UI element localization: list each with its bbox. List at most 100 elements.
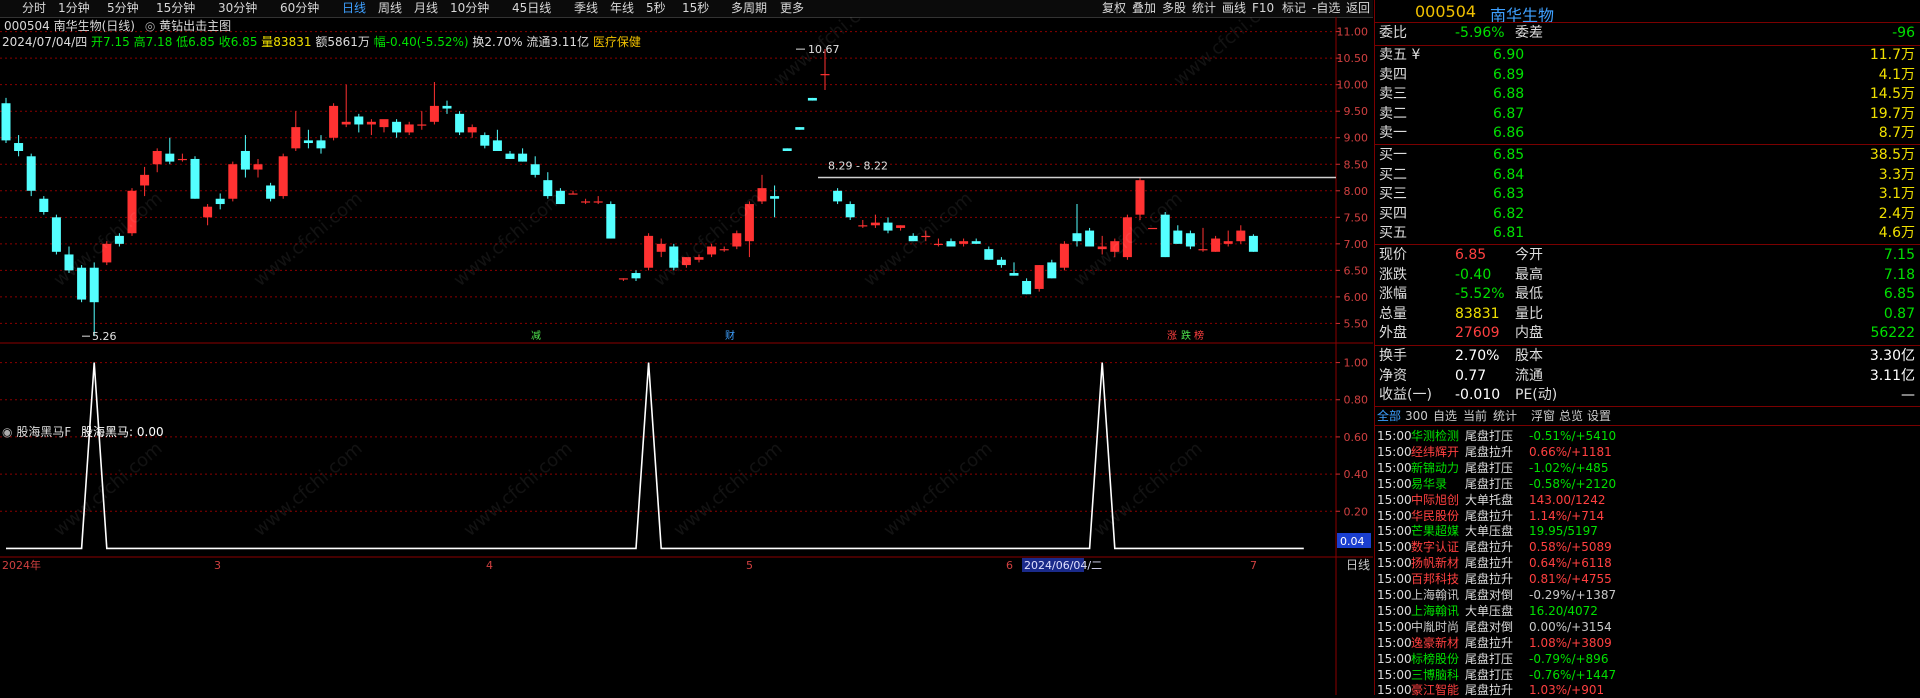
stat-row[interactable]: 涨跌 -0.40 最高 7.18 xyxy=(1375,266,1920,285)
toolbar-btn-8[interactable]: 返回 xyxy=(1346,0,1370,17)
candle-body[interactable] xyxy=(1022,280,1032,295)
settings-dot-icon[interactable]: ◉ xyxy=(2,425,12,439)
candle-body[interactable] xyxy=(1173,230,1183,244)
alert-row[interactable]: 15:00 新锦动力 尾盘打压 -1.02%/+485 xyxy=(1377,460,1920,476)
event-marker[interactable]: 榜 xyxy=(1194,329,1204,342)
bid-level-row[interactable]: 买五 6.81 4.6万 xyxy=(1375,224,1920,243)
candle-body[interactable] xyxy=(833,190,843,202)
candle-body[interactable] xyxy=(1198,249,1208,251)
candle-body[interactable] xyxy=(644,235,654,268)
candle-body[interactable] xyxy=(820,74,830,76)
period-tab-10[interactable]: 45日线 xyxy=(512,0,551,17)
candle-body[interactable] xyxy=(253,164,263,170)
stat-row[interactable]: 现价 6.85 今开 7.15 xyxy=(1375,246,1920,265)
candle-body[interactable] xyxy=(656,243,666,252)
candle-body[interactable] xyxy=(1059,243,1069,268)
alert-row[interactable]: 15:00 扬帆新材 尾盘拉升 0.64%/+6118 xyxy=(1377,555,1920,571)
candle-body[interactable] xyxy=(770,196,780,199)
event-marker[interactable]: 减 xyxy=(531,330,541,342)
candle-body[interactable] xyxy=(1,103,11,141)
ask-level-row[interactable]: 卖四 6.89 4.1万 xyxy=(1375,66,1920,85)
candle-body[interactable] xyxy=(896,225,906,228)
ask-level-row[interactable]: 卖二 6.87 19.7万 xyxy=(1375,105,1920,124)
candle-body[interactable] xyxy=(719,249,729,251)
period-tab-12[interactable]: 年线 xyxy=(610,0,634,17)
alert-row[interactable]: 15:00 芒果超媒 大单压盘 19.95/5197 xyxy=(1377,523,1920,539)
period-tab-1[interactable]: 1分钟 xyxy=(58,0,90,17)
candle-body[interactable] xyxy=(177,158,187,161)
alert-row[interactable]: 15:00 中际旭创 大单托盘 143.00/1242 xyxy=(1377,492,1920,508)
candle-body[interactable] xyxy=(971,241,981,244)
kline-chart[interactable]: 11.00 10.50 10.00 9.50 9.00 8.50 8.00 7.50 7.00 6… xyxy=(0,0,1373,695)
candle-body[interactable] xyxy=(215,198,225,205)
feed-tab-3[interactable]: 当前 xyxy=(1463,408,1487,424)
candle-body[interactable] xyxy=(165,153,175,162)
finance-row[interactable]: 净资 0.77 流通 3.11亿 xyxy=(1375,367,1920,386)
candle-body[interactable] xyxy=(984,249,994,260)
stat-row[interactable]: 外盘 27609 内盘 56222 xyxy=(1375,324,1920,343)
candle-body[interactable] xyxy=(732,233,742,247)
event-marker[interactable]: 涨 xyxy=(1167,330,1177,342)
candle-body[interactable] xyxy=(429,105,439,122)
candle-body[interactable] xyxy=(379,119,389,128)
period-tab-15[interactable]: 多周期 xyxy=(731,0,767,17)
feed-tab-4[interactable]: 统计 xyxy=(1493,408,1517,424)
candle-body[interactable] xyxy=(354,116,364,125)
indicator-name[interactable]: 黄钻出击主图 xyxy=(159,19,231,33)
bid-level-row[interactable]: 买三 6.83 3.1万 xyxy=(1375,185,1920,204)
ohlc-industry[interactable]: 医疗保健 xyxy=(593,35,641,49)
period-tab-3[interactable]: 15分钟 xyxy=(156,0,195,17)
alert-row[interactable]: 15:00 逸豪新材 尾盘拉升 1.08%/+3809 xyxy=(1377,635,1920,651)
stat-row[interactable]: 涨幅 -5.52% 最低 6.85 xyxy=(1375,285,1920,304)
candle-body[interactable] xyxy=(140,174,150,186)
period-tab-13[interactable]: 5秒 xyxy=(646,0,666,17)
feed-tab-2[interactable]: 自选 xyxy=(1433,408,1457,424)
candle-body[interactable] xyxy=(366,121,376,125)
period-tab-7[interactable]: 周线 xyxy=(378,0,402,17)
candle-body[interactable] xyxy=(442,105,452,109)
candle-body[interactable] xyxy=(14,143,24,151)
candle-body[interactable] xyxy=(1047,262,1057,279)
candle-body[interactable] xyxy=(455,113,465,133)
alert-row[interactable]: 15:00 上海翰讯 大单压盘 16.20/4072 xyxy=(1377,603,1920,619)
candle-body[interactable] xyxy=(480,135,490,146)
event-marker[interactable]: 财 xyxy=(725,329,735,342)
candle-body[interactable] xyxy=(807,97,817,101)
bid-level-row[interactable]: 买四 6.82 2.4万 xyxy=(1375,205,1920,224)
candle-body[interactable] xyxy=(946,241,956,247)
candle-body[interactable] xyxy=(1236,230,1246,242)
feed-tab-6[interactable]: 总览 xyxy=(1559,408,1583,424)
candle-body[interactable] xyxy=(190,158,200,199)
candle-body[interactable] xyxy=(228,164,238,199)
candle-body[interactable] xyxy=(152,150,162,165)
alert-row[interactable]: 15:00 中胤时尚 尾盘对倒 0.00%/+3154 xyxy=(1377,619,1920,635)
candle-body[interactable] xyxy=(581,201,591,203)
candle-body[interactable] xyxy=(492,140,502,151)
candle-body[interactable] xyxy=(631,273,641,279)
period-tab-9[interactable]: 10分钟 xyxy=(450,0,489,17)
candle-body[interactable] xyxy=(404,124,414,133)
bid-level-row[interactable]: 买一 6.85 38.5万 xyxy=(1375,146,1920,165)
candle-body[interactable] xyxy=(606,204,616,239)
finance-row[interactable]: 换手 2.70% 股本 3.30亿 xyxy=(1375,347,1920,366)
period-tab-6[interactable]: 日线 xyxy=(342,0,366,17)
candle-body[interactable] xyxy=(26,156,36,191)
bid-level-row[interactable]: 买二 6.84 3.3万 xyxy=(1375,166,1920,185)
candle-body[interactable] xyxy=(530,164,540,175)
period-tab-5[interactable]: 60分钟 xyxy=(280,0,319,17)
alert-row[interactable]: 15:00 百邦科技 尾盘拉升 0.81%/+4755 xyxy=(1377,571,1920,587)
toolbar-btn-1[interactable]: 叠加 xyxy=(1132,0,1156,17)
candle-body[interactable] xyxy=(505,153,515,159)
candle-body[interactable] xyxy=(858,225,868,227)
event-marker[interactable]: 跌 xyxy=(1181,329,1191,342)
candle-body[interactable] xyxy=(266,185,276,199)
stat-row[interactable]: 总量 83831 量比 0.87 xyxy=(1375,305,1920,324)
ask-level-row[interactable]: 卖一 6.86 8.7万 xyxy=(1375,124,1920,143)
period-tab-16[interactable]: 更多 xyxy=(780,0,804,17)
alert-row[interactable]: 15:00 三博脑科 尾盘打压 -0.76%/+1447 xyxy=(1377,667,1920,683)
candle-body[interactable] xyxy=(240,150,250,170)
candle-body[interactable] xyxy=(593,201,603,203)
toolbar-btn-7[interactable]: -自选 xyxy=(1312,0,1340,17)
candle-body[interactable] xyxy=(1223,241,1233,244)
alert-row[interactable]: 15:00 上海翰讯 尾盘对倒 -0.29%/+1387 xyxy=(1377,587,1920,603)
